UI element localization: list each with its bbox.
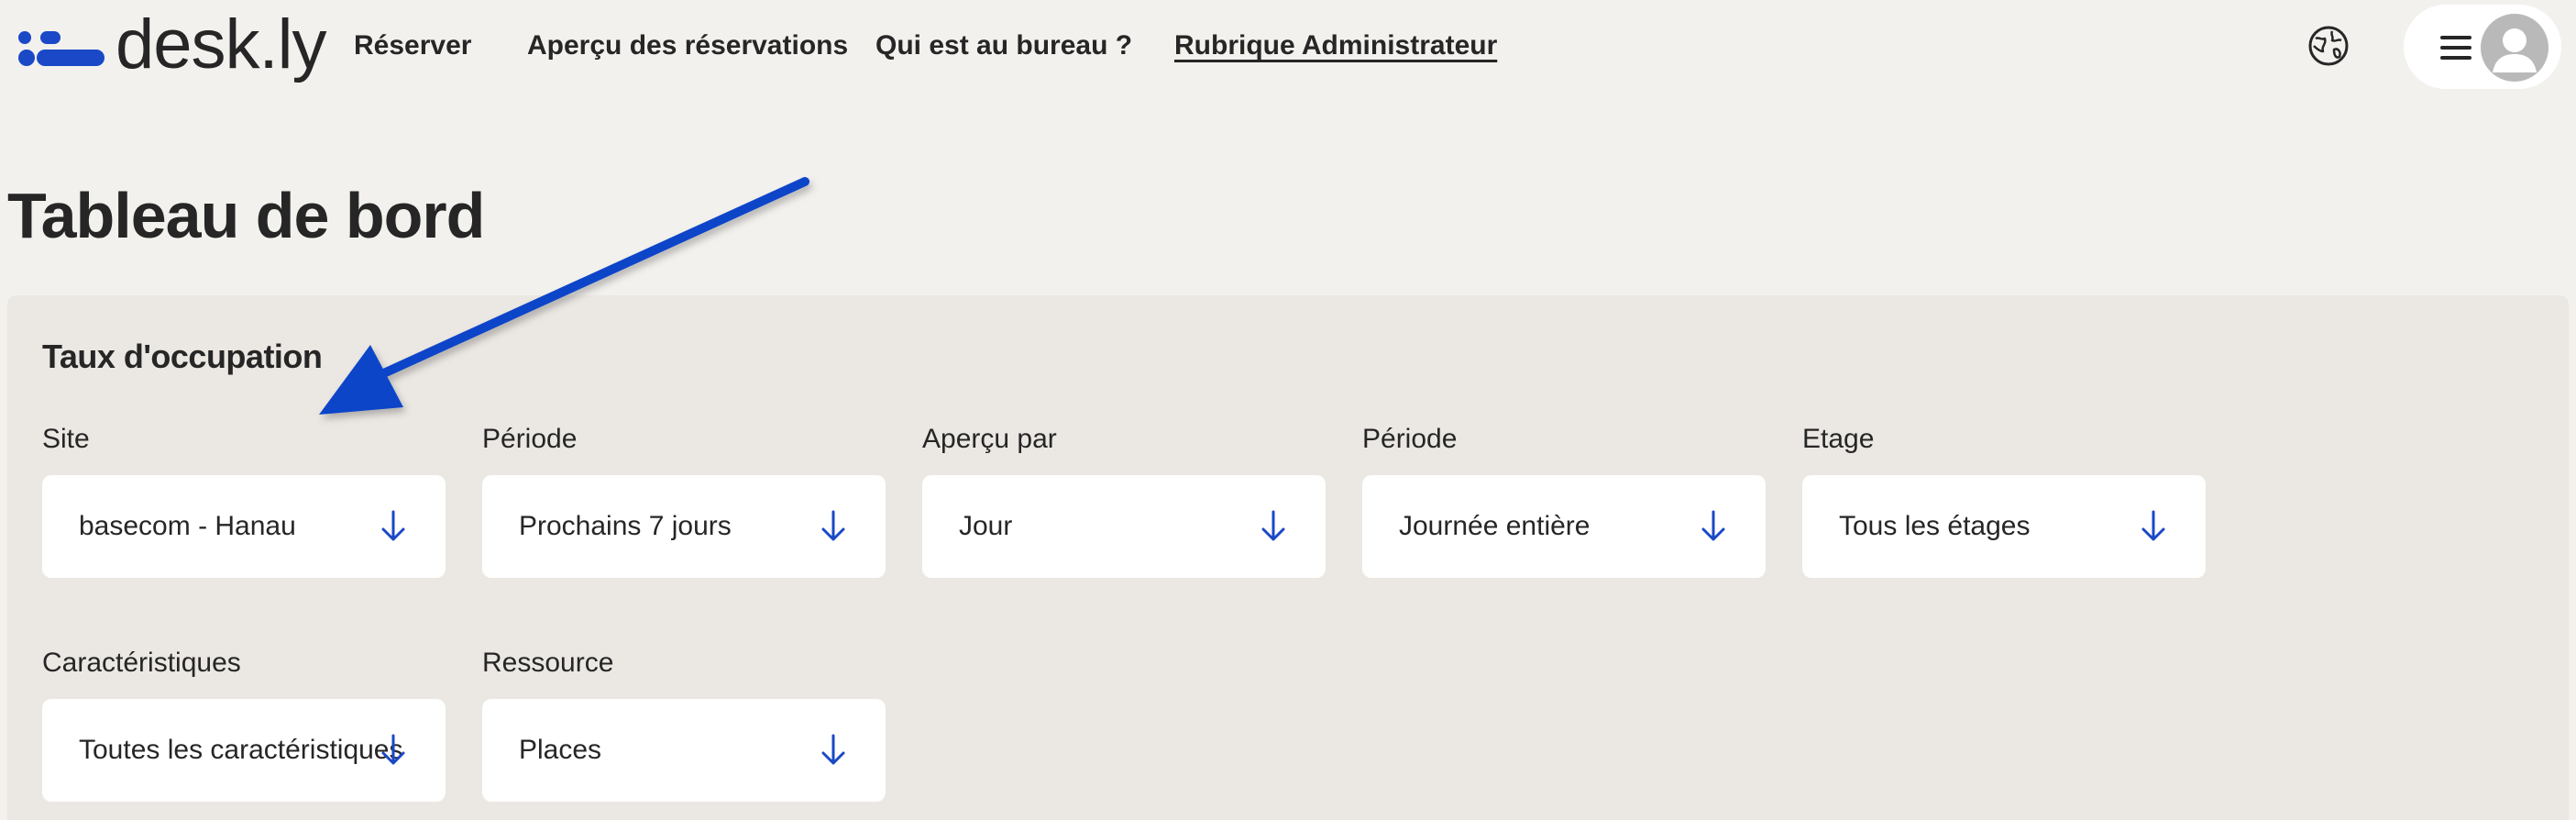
arrow-down-icon	[2141, 510, 2165, 541]
select-value: Toutes les caractéristiques	[79, 735, 403, 765]
arrow-down-icon	[381, 734, 405, 765]
nav-item-qui-est-au-bureau[interactable]: Qui est au bureau ?	[875, 30, 1132, 61]
filter-label: Période	[1362, 424, 1458, 454]
page: desk.ly Réserver Aperçu des réservations…	[0, 0, 2576, 820]
nav-item-rubrique-administrateur[interactable]: Rubrique Administrateur	[1174, 30, 1497, 61]
arrow-down-icon	[821, 734, 845, 765]
select-value: Jour	[959, 511, 1013, 541]
filter-label: Caractéristiques	[42, 648, 241, 678]
site-select[interactable]: basecom - Hanau	[42, 475, 446, 578]
caracteristiques-select[interactable]: Toutes les caractéristiques	[42, 699, 446, 802]
user-menu-button[interactable]	[2404, 5, 2561, 89]
filter-label: Ressource	[482, 648, 614, 678]
apercu-par-select[interactable]: Jour	[922, 475, 1326, 578]
top-navigation-bar: desk.ly Réserver Aperçu des réservations…	[0, 0, 2576, 92]
filter-label: Etage	[1802, 424, 1875, 454]
arrow-down-icon	[1261, 510, 1285, 541]
arrow-down-icon	[821, 510, 845, 541]
periode-select[interactable]: Prochains 7 jours	[482, 475, 886, 578]
select-value: basecom - Hanau	[79, 511, 296, 541]
user-avatar-icon	[2481, 14, 2548, 82]
arrow-down-icon	[1701, 510, 1725, 541]
select-value: Tous les étages	[1839, 511, 2031, 541]
globe-icon[interactable]	[2306, 24, 2350, 68]
panel-title: Taux d'occupation	[42, 338, 323, 375]
occupancy-panel: Taux d'occupation Site basecom - Hanau P…	[7, 295, 2569, 820]
select-value: Places	[519, 735, 602, 765]
desk-ly-logo[interactable]: desk.ly	[18, 4, 327, 86]
filter-label: Site	[42, 424, 90, 454]
filter-label: Période	[482, 424, 578, 454]
nav-item-reserver[interactable]: Réserver	[354, 30, 471, 61]
logo-mark-icon	[18, 29, 105, 66]
journee-select[interactable]: Journée entière	[1362, 475, 1766, 578]
page-title: Tableau de bord	[7, 180, 485, 251]
ressource-select[interactable]: Places	[482, 699, 886, 802]
etage-select[interactable]: Tous les étages	[1802, 475, 2206, 578]
brand-name: desk.ly	[116, 6, 327, 83]
filter-label: Aperçu par	[922, 424, 1057, 454]
select-value: Prochains 7 jours	[519, 511, 732, 541]
arrow-down-icon	[381, 510, 405, 541]
select-value: Journée entière	[1399, 511, 1591, 541]
nav-item-apercu-reservations[interactable]: Aperçu des réservations	[527, 30, 848, 61]
hamburger-icon	[2440, 36, 2471, 60]
